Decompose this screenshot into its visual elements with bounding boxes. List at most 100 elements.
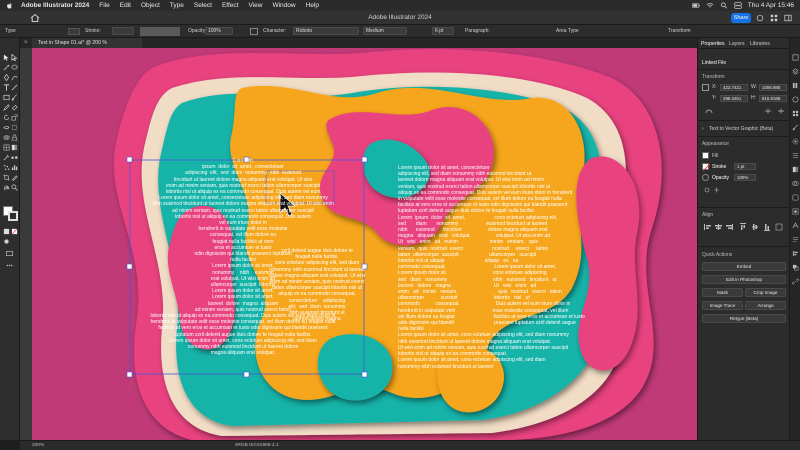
menubar-clock[interactable]: Thu 4 Apr 15:46 [748,2,794,9]
arrange-documents-icon[interactable] [770,14,778,22]
symbols-panel-icon[interactable] [792,138,799,145]
add-effect-icon[interactable] [704,187,720,193]
symbol-sprayer-tool-icon[interactable] [3,164,10,171]
links-panel-icon[interactable] [792,278,799,285]
control-paragraph-label[interactable]: Paragraph: [465,28,490,34]
none-color-icon[interactable] [11,228,18,235]
variable-width-profile[interactable] [140,27,180,36]
arrange-button[interactable]: Arrange [745,301,786,310]
align-panel-icon[interactable] [792,250,799,257]
discover-icon[interactable] [756,14,764,22]
rotate-tool-icon[interactable] [3,114,10,121]
slice-tool-icon[interactable] [11,174,18,181]
retype-button[interactable]: Retype (Beta) [702,314,786,323]
edit-toolbar-icon[interactable] [6,262,13,269]
artboard-tool-icon[interactable] [3,174,10,181]
embed-button[interactable]: Embed [702,262,786,271]
stroke-label[interactable]: Stroke [712,164,726,170]
reference-point-icon[interactable] [702,84,709,91]
character-panel-icon[interactable] [792,222,799,229]
document-tab[interactable]: Text in Shape 01.ai* @ 200 % (RGB/Previe… [32,38,142,56]
free-transform-tool-icon[interactable] [11,124,18,131]
y-field[interactable]: 298.3451 [720,95,748,102]
brushes-panel-icon[interactable] [792,124,799,131]
direct-selection-tool-icon[interactable] [11,54,18,61]
menu-type[interactable]: Type [170,2,184,9]
curvature-tool-icon[interactable] [11,74,18,81]
graphic-styles-panel-icon[interactable] [792,208,799,215]
menu-effect[interactable]: Effect [222,2,239,9]
text-block-middle[interactable]: zzril delenit augue duis dolore te feuga… [252,248,382,322]
menu-object[interactable]: Object [141,2,160,9]
menu-window[interactable]: Window [272,2,295,9]
share-button[interactable]: Share [731,13,751,23]
image-trace-button[interactable]: Image Trace [702,301,743,310]
rotate-icon[interactable] [704,108,714,114]
gradient-panel-icon[interactable] [792,166,799,173]
scale-tool-icon[interactable] [11,114,18,121]
crop-image-button[interactable]: Crop Image [745,288,786,297]
libraries-panel-icon[interactable] [792,82,799,89]
appearance-panel-icon[interactable] [792,194,799,201]
perspective-grid-tool-icon[interactable] [11,134,18,141]
menu-view[interactable]: View [248,2,262,9]
tab-libraries[interactable]: Libraries [750,41,770,47]
magic-wand-tool-icon[interactable] [3,64,10,71]
line-segment-tool-icon[interactable] [11,84,18,91]
rectangle-tool-icon[interactable] [3,94,10,101]
shape-builder-tool-icon[interactable] [3,134,10,141]
font-size-field[interactable]: 6 pt [432,27,454,35]
width-tool-icon[interactable] [3,124,10,131]
x-field[interactable]: 423.7421 [720,84,748,91]
recolor-icon[interactable] [250,28,258,35]
stroke-color-swatch[interactable] [8,211,18,221]
text-block-right[interactable]: Lorem ipsum dolor sit amet, consectetuer… [398,165,643,370]
opacity-field[interactable]: 100% [205,27,233,35]
chevron-right-icon[interactable]: › [702,126,704,132]
blend-tool-icon[interactable] [11,154,18,161]
stroke-swatch-panel[interactable] [702,163,710,171]
hand-tool-icon[interactable] [3,184,10,191]
selection-tool-icon[interactable] [3,54,10,61]
spotlight-search-icon[interactable] [720,2,728,9]
font-style-select[interactable]: Medium [363,27,407,35]
stroke-weight-panel-field[interactable]: 1 pt [734,163,756,170]
fill-swatch[interactable] [68,28,80,35]
h-field[interactable]: 815.9188 [759,95,787,102]
eraser-tool-icon[interactable] [11,104,18,111]
zoom-level[interactable]: 200% [32,443,44,448]
control-center-icon[interactable] [733,2,742,9]
color-panel-icon[interactable] [792,96,799,103]
close-tab-icon[interactable]: × [24,38,28,48]
lasso-tool-icon[interactable] [11,64,18,71]
fill-swatch-panel[interactable] [702,152,709,159]
gradient-tool-icon[interactable] [11,144,18,151]
control-character-label[interactable]: Character: [263,28,286,34]
pencil-tool-icon[interactable] [3,104,10,111]
stroke-panel-icon[interactable] [792,152,799,159]
draw-mode-icon[interactable] [3,238,10,245]
opacity-panel-field[interactable]: 100% [734,174,756,181]
color-mode-icon[interactable] [3,228,10,235]
menu-select[interactable]: Select [194,2,212,9]
eyedropper-tool-icon[interactable] [3,154,10,161]
battery-icon[interactable] [691,2,700,9]
tab-properties[interactable]: Properties [701,41,725,47]
transparency-panel-icon[interactable] [792,180,799,187]
flip-icons[interactable] [764,108,786,114]
canvas-area[interactable]: L o r e m ipsum dolor sit amet, consecte… [20,48,697,440]
zoom-tool-icon[interactable] [11,184,18,191]
pen-tool-icon[interactable] [3,74,10,81]
paragraph-panel-icon[interactable] [792,236,799,243]
w-field[interactable]: 1006.985 [759,84,787,91]
properties-panel-icon[interactable] [792,54,799,61]
paintbrush-tool-icon[interactable] [11,94,18,101]
mesh-tool-icon[interactable] [3,144,10,151]
wifi-icon[interactable] [706,2,714,9]
tab-layers[interactable]: Layers [729,41,745,47]
type-tool-icon[interactable] [3,84,10,91]
layers-panel-icon[interactable] [792,68,799,75]
menu-help[interactable]: Help [306,2,319,9]
column-graph-tool-icon[interactable] [11,164,18,171]
swatches-panel-icon[interactable] [792,110,799,117]
